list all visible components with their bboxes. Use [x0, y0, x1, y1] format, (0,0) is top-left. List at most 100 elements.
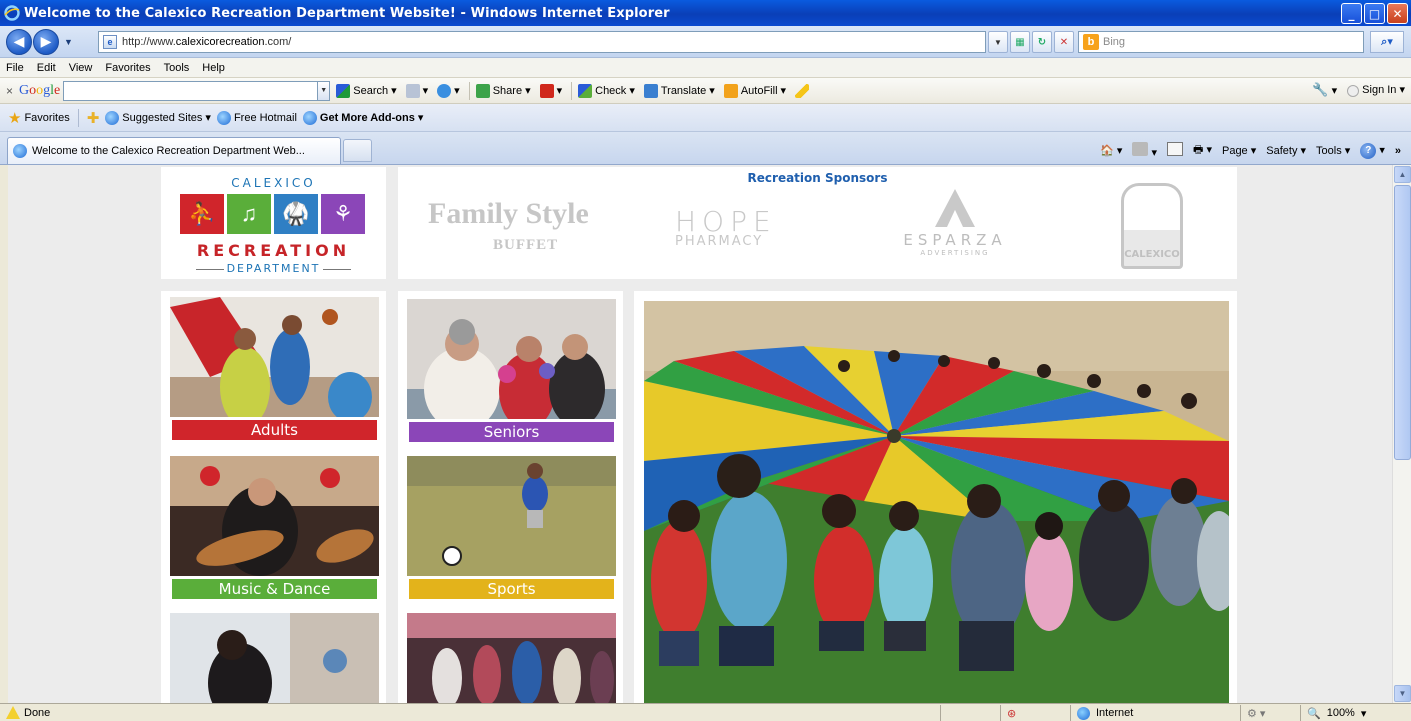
sports-soccer-photo	[407, 456, 616, 576]
privacy-icon: ⊛	[1007, 707, 1017, 720]
search-input[interactable]: b Bing	[1078, 31, 1364, 53]
ie-icon	[216, 110, 231, 125]
status-segment-empty	[940, 705, 1000, 721]
help-icon: ?	[1360, 142, 1377, 159]
read-mail-button[interactable]	[1167, 142, 1184, 159]
printer-icon: 🖶	[1193, 144, 1204, 156]
new-tab-button[interactable]	[343, 139, 372, 162]
sponsors-banner: Recreation Sponsors Family Style BUFFET …	[398, 167, 1237, 279]
scroll-up-button[interactable]: ▲	[1394, 166, 1411, 183]
scroll-down-button[interactable]: ▼	[1394, 685, 1411, 702]
program-dance-fitness[interactable]	[170, 613, 379, 703]
page-menu[interactable]: Page ▾	[1222, 144, 1256, 157]
toolbar-overflow-button[interactable]: »	[1395, 145, 1401, 157]
print-button[interactable]: 🖶 ▾	[1193, 141, 1212, 160]
program-label: Adults	[172, 420, 377, 440]
sidewiki-button[interactable]: ▾	[539, 83, 562, 98]
guitar-icon: ♫	[227, 194, 271, 234]
site-logo[interactable]: CALEXICO ⛹ ♫ 🥋 ⚘ RECREATION DEPARTMENT	[161, 167, 386, 279]
close-window-button[interactable]: ✕	[1387, 3, 1408, 24]
favorites-button[interactable]: ★ Favorites	[8, 109, 70, 127]
address-input[interactable]: e http://www.calexicorecreation.com/	[98, 31, 986, 53]
privacy-report-segment[interactable]: ⊛	[1000, 705, 1070, 721]
compatibility-view-icon[interactable]: ▦	[1010, 31, 1030, 53]
page-viewport[interactable]: CALEXICO ⛹ ♫ 🥋 ⚘ RECREATION DEPARTMENT R…	[8, 165, 1392, 703]
seniors-crafts-photo	[407, 299, 616, 431]
tab-bar: Welcome to the Calexico Recreation Depar…	[0, 132, 1411, 165]
events-dance-party-photo	[407, 613, 616, 703]
google-search-button[interactable]: Search ▾	[336, 83, 397, 98]
home-icon: 🏠	[1100, 145, 1114, 157]
translate-button[interactable]: Translate ▾	[643, 83, 715, 98]
vertical-scrollbar[interactable]: ▲ ▼	[1392, 165, 1411, 703]
basketball-player-icon: ⛹	[180, 194, 224, 234]
karate-icon: 🥋	[274, 194, 318, 234]
sign-in-button[interactable]: Sign In ▾	[1347, 83, 1405, 97]
safety-menu[interactable]: Safety ▾	[1266, 144, 1306, 157]
menu-help[interactable]: Help	[202, 62, 225, 74]
google-search-icon	[336, 83, 351, 98]
program-events[interactable]	[407, 613, 616, 703]
logo-tiles: ⛹ ♫ 🥋 ⚘	[180, 194, 365, 234]
wrench-icon: 🔧	[1312, 82, 1329, 97]
rss-icon	[1132, 142, 1149, 156]
suggested-sites-link[interactable]: Suggested Sites ▾	[105, 110, 211, 125]
window-title-bar[interactable]: Welcome to the Calexico Recreation Depar…	[0, 0, 1411, 26]
menu-view[interactable]: View	[69, 62, 93, 74]
menu-tools[interactable]: Tools	[164, 62, 190, 74]
home-button[interactable]: 🏠 ▾	[1100, 144, 1122, 157]
sponsor-hope-pharmacy[interactable]: HOPE PHARMACY	[675, 205, 777, 249]
google-search-dropdown[interactable]: ▼	[318, 80, 331, 101]
refresh-icon[interactable]: ↻	[1032, 31, 1052, 53]
warning-icon[interactable]	[6, 706, 20, 719]
autofill-button[interactable]: AutoFill ▾	[723, 83, 786, 98]
program-label: Sports	[409, 579, 614, 599]
google-bookmarks-button[interactable]: ▾	[437, 83, 460, 98]
program-adults[interactable]: Adults	[170, 297, 379, 440]
status-text: Done	[24, 706, 51, 719]
protected-mode-segment[interactable]: ⚙ ▾	[1240, 705, 1300, 721]
menu-file[interactable]: File	[6, 62, 24, 74]
sponsor-calexico-seal[interactable]: CALEXICO	[1121, 183, 1183, 269]
highlight-button[interactable]	[795, 83, 810, 98]
google-toolbar: × Google ▼ Search ▾ ▾ ▾ Share ▾ ▾ Check ▾ T…	[0, 78, 1411, 104]
minimize-button[interactable]: _	[1341, 3, 1362, 24]
back-button[interactable]: ◀	[6, 28, 32, 55]
bing-icon: b	[1083, 34, 1099, 50]
security-zone-segment[interactable]: Internet	[1070, 705, 1240, 721]
google-toolbar-close-icon[interactable]: ×	[6, 84, 13, 98]
tab-calexico-recreation[interactable]: Welcome to the Calexico Recreation Depar…	[7, 137, 341, 164]
google-search-input[interactable]	[63, 80, 319, 101]
featured-parachute-photo[interactable]	[644, 301, 1229, 703]
program-seniors[interactable]: Seniors	[407, 299, 616, 442]
recent-pages-dropdown[interactable]: ▼	[64, 37, 73, 47]
menu-favorites[interactable]: Favorites	[105, 62, 150, 74]
add-to-favorites-icon[interactable]: ✚	[87, 109, 100, 127]
search-go-button[interactable]: ⌕▾	[1370, 31, 1404, 53]
logo-city-text: CALEXICO	[231, 176, 316, 190]
zoom-level-control[interactable]: 🔍 100% ▾	[1300, 705, 1411, 721]
sponsor-family-style-buffet[interactable]: Family Style BUFFET	[428, 197, 589, 253]
puzzle-icon	[437, 83, 452, 98]
google-page-options-button[interactable]: ▾	[405, 83, 428, 98]
help-menu[interactable]: ? ▾	[1360, 142, 1385, 159]
get-more-addons-link[interactable]: Get More Add-ons ▾	[302, 110, 423, 125]
program-music-dance[interactable]: Music & Dance	[170, 456, 379, 599]
address-dropdown-button[interactable]: ▼	[988, 31, 1008, 53]
free-hotmail-link[interactable]: Free Hotmail	[216, 110, 297, 125]
program-sports[interactable]: Sports	[407, 456, 616, 599]
maximize-button[interactable]: □	[1364, 3, 1385, 24]
wrench-settings-button[interactable]: 🔧 ▾	[1312, 82, 1337, 98]
scroll-thumb[interactable]	[1394, 185, 1411, 460]
sponsor-esparza-advertising[interactable]: ESPARZA ADVERTISING	[890, 189, 1020, 257]
forward-button[interactable]: ▶	[33, 28, 59, 55]
menu-edit[interactable]: Edit	[37, 62, 56, 74]
stop-icon[interactable]: ✕	[1054, 31, 1074, 53]
esparza-logo-icon	[935, 189, 975, 227]
google-logo[interactable]: Google	[19, 83, 60, 99]
tools-menu[interactable]: Tools ▾	[1316, 144, 1350, 157]
spell-check-button[interactable]: Check ▾	[578, 83, 635, 98]
feeds-button[interactable]: ▾	[1132, 142, 1157, 159]
zoom-icon: 🔍	[1307, 707, 1321, 720]
share-button[interactable]: Share ▾	[475, 83, 531, 98]
